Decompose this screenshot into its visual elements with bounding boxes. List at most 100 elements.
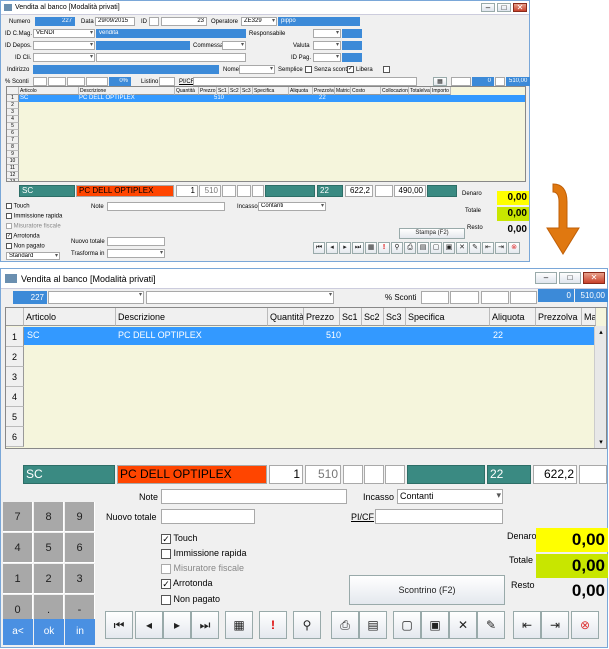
keypad-key[interactable]: 7 xyxy=(3,502,33,532)
nome-select[interactable] xyxy=(239,65,275,74)
edit-sc1[interactable] xyxy=(343,465,363,484)
last-icon[interactable]: ⏭ xyxy=(352,242,364,254)
column-header[interactable]: Sc2 xyxy=(229,87,241,95)
column-header[interactable]: Sc1 xyxy=(340,308,362,326)
misuratore-option[interactable]: Misuratore fiscale xyxy=(6,223,61,230)
immissione-option[interactable]: Immissione rapida xyxy=(6,213,62,220)
next-icon[interactable]: ▸ xyxy=(339,242,351,254)
column-header[interactable]: Quantità xyxy=(268,308,304,326)
edit-specifica[interactable] xyxy=(407,465,485,484)
column-header[interactable]: Descrizione xyxy=(79,87,175,95)
delete-icon[interactable]: ✕ xyxy=(456,242,468,254)
save-icon[interactable]: ▣ xyxy=(443,242,455,254)
prev-icon[interactable]: ◂ xyxy=(135,611,163,639)
eraser-icon[interactable]: ✎ xyxy=(477,611,505,639)
libera-checkbox[interactable]: ✓ xyxy=(347,66,354,73)
first-icon[interactable]: ⏮ xyxy=(313,242,325,254)
sconto1-field[interactable] xyxy=(33,77,47,86)
keypad-key[interactable]: 9 xyxy=(65,502,95,532)
remove-icon[interactable]: ⇥ xyxy=(495,242,507,254)
sconto1-field[interactable] xyxy=(421,291,449,304)
sconto4-field[interactable] xyxy=(510,291,537,304)
immissione-option[interactable]: Immissione rapida xyxy=(161,548,247,559)
column-header[interactable]: Ma xyxy=(582,308,596,326)
column-header[interactable]: Sc1 xyxy=(217,87,229,95)
column-header[interactable]: Collocazion xyxy=(381,87,409,95)
column-header[interactable]: Costo xyxy=(351,87,381,95)
id-field[interactable]: 23 xyxy=(161,17,207,26)
iddepos-select[interactable] xyxy=(33,41,95,50)
note-field[interactable] xyxy=(107,202,225,211)
sconto2-field[interactable] xyxy=(450,291,479,304)
import-icon[interactable]: ⇤ xyxy=(482,242,494,254)
edit-quantita[interactable]: 1 xyxy=(269,465,303,484)
edit-descrizione[interactable]: PC DELL OPTIPLEX xyxy=(117,465,267,484)
maximize-button[interactable]: □ xyxy=(497,3,511,12)
arrotonda-option[interactable]: ✓ Arrotonda xyxy=(161,578,213,589)
arrotonda-option[interactable]: ✓ Arrotonda xyxy=(6,233,40,240)
edit-quantita[interactable]: 1 xyxy=(176,185,198,197)
standard-select[interactable]: Standard xyxy=(6,252,60,260)
edit-matricola[interactable] xyxy=(579,465,607,484)
column-header[interactable]: Specifica xyxy=(406,308,490,326)
data-field[interactable]: 29/09/2015 xyxy=(95,17,135,26)
cliente-select[interactable] xyxy=(146,291,334,304)
idpag-select[interactable] xyxy=(313,53,341,62)
misuratore-option[interactable]: Misuratore fiscale xyxy=(161,563,244,574)
column-header[interactable]: Prezzo xyxy=(199,87,217,95)
minimize-button[interactable]: – xyxy=(535,272,557,284)
edit-sc2[interactable] xyxy=(237,185,251,197)
print-icon[interactable]: ⎙ xyxy=(404,242,416,254)
column-header[interactable]: Specifica xyxy=(253,87,289,95)
column-header[interactable]: Aliquota xyxy=(289,87,313,95)
keyboard-icon[interactable]: ▦ xyxy=(365,242,377,254)
remove-icon[interactable]: ⇥ xyxy=(541,611,569,639)
edit-aliquota[interactable]: 22 xyxy=(487,465,531,484)
edit-prezzo[interactable]: 510 xyxy=(199,185,221,197)
edit-sc1[interactable] xyxy=(222,185,236,197)
next-icon[interactable]: ▸ xyxy=(163,611,191,639)
column-header[interactable]: Prezzo xyxy=(304,308,340,326)
commessa-select[interactable] xyxy=(222,41,246,50)
note-field[interactable] xyxy=(161,489,347,504)
keypad-key[interactable]: 6 xyxy=(65,533,95,563)
preview-icon[interactable]: ▤ xyxy=(359,611,387,639)
column-header[interactable]: Aliquota xyxy=(490,308,536,326)
close-button[interactable]: ✕ xyxy=(513,3,527,12)
column-header[interactable]: Sc3 xyxy=(384,308,406,326)
operatore-select[interactable] xyxy=(48,291,144,304)
new-icon[interactable]: ▢ xyxy=(393,611,421,639)
picf-field[interactable] xyxy=(193,77,417,86)
scontrino-button[interactable]: Scontrino (F2) xyxy=(349,575,505,605)
import-icon[interactable]: ⇤ xyxy=(513,611,541,639)
edit-articolo[interactable]: SC xyxy=(23,465,115,484)
semplice-checkbox[interactable] xyxy=(305,66,312,73)
column-header[interactable]: Sc3 xyxy=(241,87,253,95)
edit-prezzoivat[interactable]: 622,2 xyxy=(533,465,577,484)
sconto4-field[interactable] xyxy=(86,77,108,86)
print-icon[interactable]: ⎙ xyxy=(331,611,359,639)
binoculars-icon[interactable]: ⚲ xyxy=(293,611,321,639)
idcmag-select[interactable]: VENDI xyxy=(33,29,95,38)
keypad-key[interactable]: 2 xyxy=(34,564,64,594)
sconto3-field[interactable] xyxy=(67,77,85,86)
incasso-select[interactable]: Contanti xyxy=(258,202,326,211)
nuovo-totale-field[interactable] xyxy=(161,509,255,524)
edit-specifica[interactable] xyxy=(265,185,315,197)
maximize-button[interactable]: □ xyxy=(559,272,581,284)
sconto3-field[interactable] xyxy=(481,291,509,304)
edit-prezzoivat[interactable]: 622,2 xyxy=(345,185,373,197)
keypad-key-back[interactable]: a< xyxy=(3,619,33,645)
column-header[interactable]: Sc2 xyxy=(362,308,384,326)
preview-icon[interactable]: ▤ xyxy=(417,242,429,254)
numero-field[interactable]: 227 xyxy=(35,17,75,26)
edit-extra[interactable] xyxy=(427,185,457,197)
calculator-icon[interactable]: ▦ xyxy=(433,77,447,86)
keypad-key[interactable]: 3 xyxy=(65,564,95,594)
sconto2-field[interactable] xyxy=(48,77,66,86)
stampa-button[interactable]: Stampa (F2) xyxy=(399,228,465,239)
column-header[interactable]: Matricola xyxy=(335,87,351,95)
edit-sc2[interactable] xyxy=(364,465,384,484)
edit-sc3[interactable] xyxy=(252,185,264,197)
nonpagato-option[interactable]: Non pagato xyxy=(161,594,220,605)
